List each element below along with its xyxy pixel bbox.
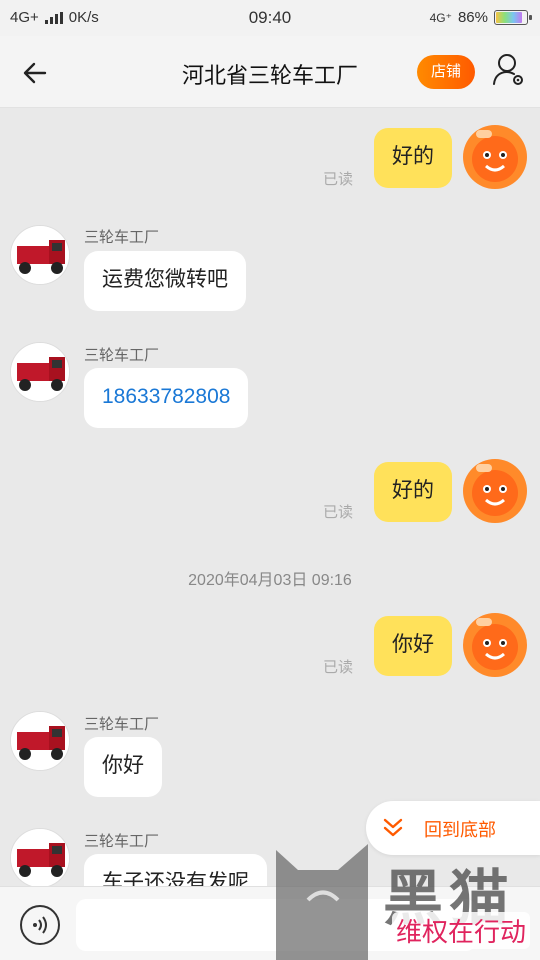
tricycle-truck-icon <box>11 226 69 284</box>
seller-message-bubble[interactable]: 车子还没有发呢 <box>84 854 267 886</box>
voice-button[interactable] <box>20 905 60 945</box>
my-message-bubble[interactable]: 你好 <box>374 616 452 676</box>
back-to-bottom-label: 回到底部 <box>424 820 496 840</box>
sender-name: 三轮车工厂 <box>84 347 160 364</box>
cartoon-avatar-icon <box>463 459 527 523</box>
voice-icon <box>33 916 47 934</box>
read-status: 已读 <box>323 504 354 521</box>
seller-message-bubble[interactable]: 运费您微转吧 <box>84 251 246 311</box>
seller-avatar[interactable] <box>10 225 70 285</box>
tricycle-truck-icon <box>11 829 69 886</box>
my-avatar[interactable] <box>462 458 528 524</box>
chat-area[interactable]: 已读 好的 三轮车工厂 运费您微转吧 三轮车工厂 18633782808 已读 … <box>0 108 540 886</box>
battery-icon <box>494 10 532 25</box>
profile-settings-button[interactable] <box>492 52 526 88</box>
read-status: 已读 <box>323 171 354 188</box>
message-input[interactable] <box>76 899 476 951</box>
back-to-bottom-button[interactable]: 回到底部 <box>366 801 540 855</box>
cartoon-avatar-icon <box>463 613 527 677</box>
back-arrow-icon <box>23 62 47 84</box>
double-chevron-down-icon <box>383 818 403 837</box>
my-message-bubble[interactable]: 好的 <box>374 462 452 522</box>
chat-timestamp: 2020年04月03日 09:16 <box>188 572 352 589</box>
back-button[interactable] <box>18 56 52 90</box>
battery-level: 86% <box>457 9 488 26</box>
seller-avatar[interactable] <box>10 828 70 886</box>
status-bar: 4G+ 0K/s 09:40 4G⁺ 86% <box>0 0 540 36</box>
status-right: 4G⁺ 86% <box>429 9 532 26</box>
seller-avatar[interactable] <box>10 711 70 771</box>
seller-avatar[interactable] <box>10 342 70 402</box>
read-status: 已读 <box>323 659 354 676</box>
network-type-right: 4G⁺ <box>429 10 452 25</box>
sender-name: 三轮车工厂 <box>84 833 160 850</box>
sender-name: 三轮车工厂 <box>84 229 160 246</box>
shop-button[interactable]: 店铺 <box>417 55 475 89</box>
phone-number-link[interactable]: 18633782808 <box>84 368 249 428</box>
profile-settings-icon <box>493 54 523 85</box>
chat-header: 河北省三轮车工厂 店铺 <box>0 36 540 108</box>
my-message-bubble[interactable]: 好的 <box>374 128 452 188</box>
tricycle-truck-icon <box>11 712 69 770</box>
my-avatar[interactable] <box>462 124 528 190</box>
seller-message-bubble[interactable]: 你好 <box>84 737 162 797</box>
my-avatar[interactable] <box>462 612 528 678</box>
cartoon-avatar-icon <box>463 125 527 189</box>
input-bar <box>0 886 540 960</box>
sender-name: 三轮车工厂 <box>84 716 160 733</box>
tricycle-truck-icon <box>11 343 69 401</box>
